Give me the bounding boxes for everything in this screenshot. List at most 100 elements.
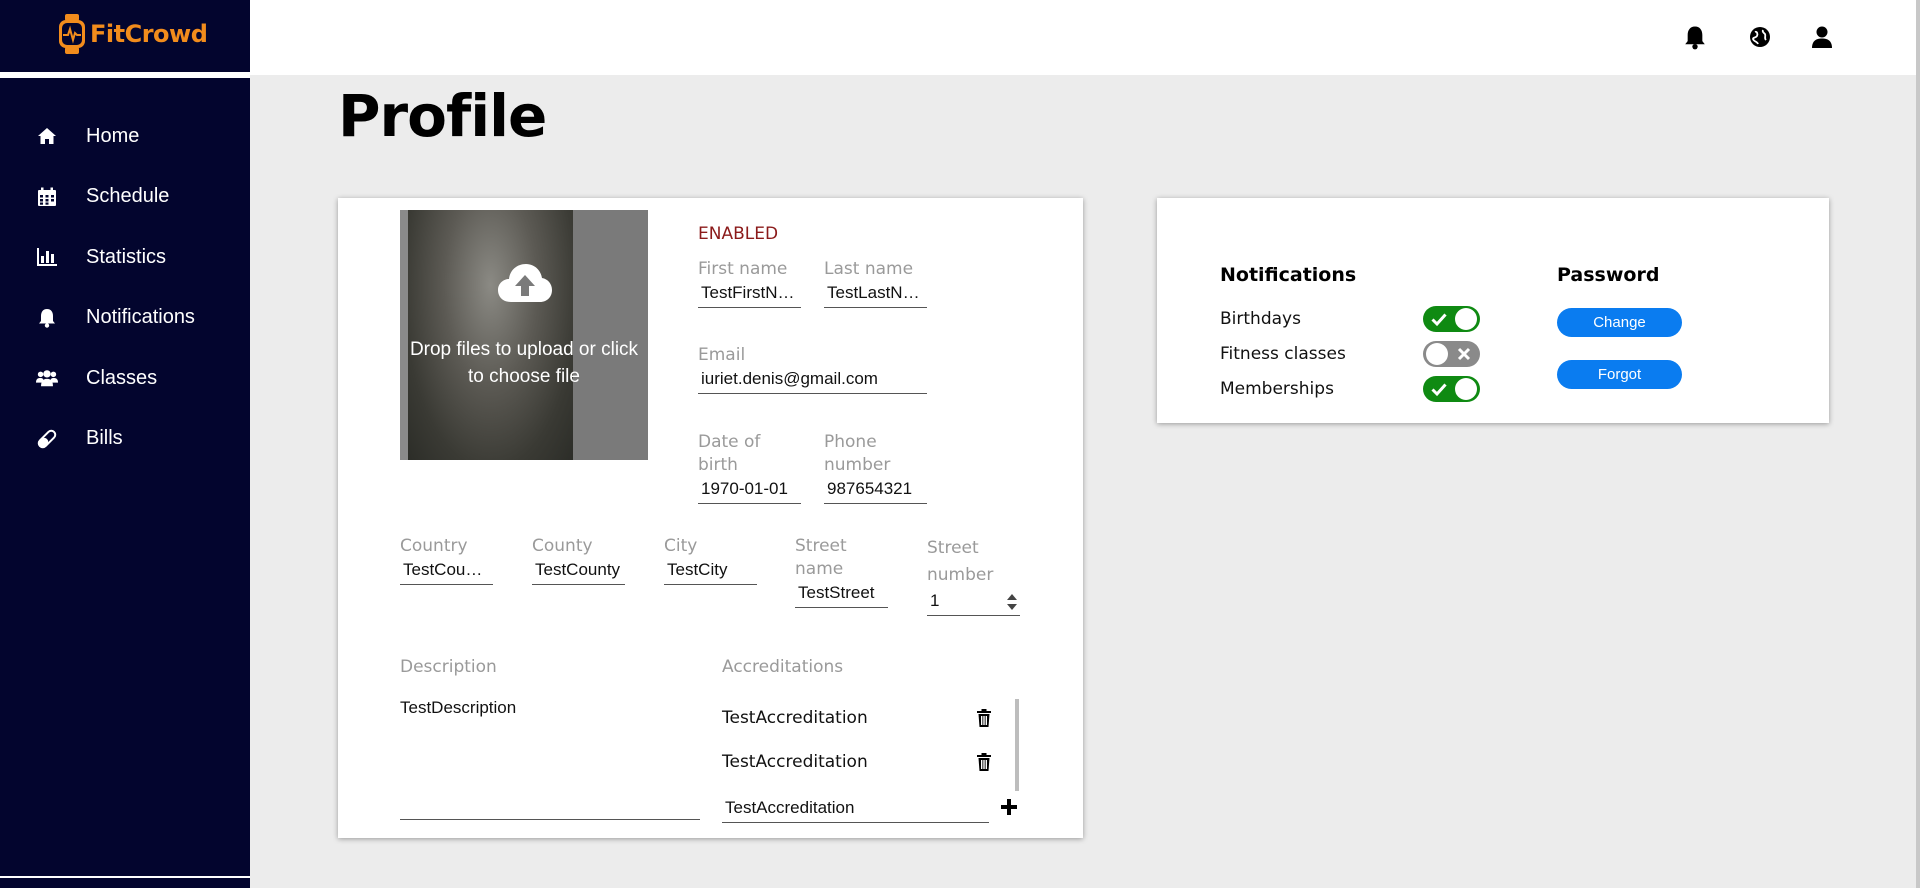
- users-icon: [36, 367, 58, 389]
- notifications-title: Notifications: [1220, 264, 1357, 286]
- notification-label: Fitness classes: [1220, 344, 1346, 364]
- memberships-toggle[interactable]: [1423, 376, 1480, 402]
- field-label: City: [664, 536, 698, 556]
- toggle-knob: [1426, 343, 1448, 365]
- sidebar-item-label: Classes: [86, 366, 158, 389]
- photo-upload-dropzone[interactable]: Drop files to upload or click to choose …: [400, 210, 648, 460]
- check-icon: [1431, 313, 1447, 327]
- dob-input[interactable]: 1970-01-01: [698, 477, 801, 504]
- field-label: Phone number: [824, 432, 891, 475]
- sidebar-item-statistics[interactable]: Statistics: [0, 227, 250, 288]
- logo-divider: [0, 72, 250, 78]
- field-label: Date of birth: [698, 432, 761, 475]
- app-name: FitCrowd: [90, 20, 208, 48]
- email-field: Email iuriet.denis@gmail.com: [698, 344, 927, 394]
- home-icon: [36, 125, 58, 147]
- sidebar-item-label: Notifications: [86, 306, 195, 329]
- list-item: TestAccreditation: [722, 747, 992, 777]
- country-input[interactable]: TestCountry: [400, 558, 493, 585]
- county-field: County TestCounty: [532, 535, 625, 585]
- number-spinner-icon[interactable]: [1006, 593, 1018, 611]
- country-field: Country TestCountry: [400, 535, 493, 585]
- first-name-input[interactable]: TestFirstName: [698, 281, 801, 308]
- list-item: TestAccreditation: [722, 703, 992, 733]
- profile-card: Drop files to upload or click to choose …: [338, 198, 1083, 838]
- phone-input[interactable]: 987654321: [824, 477, 927, 504]
- sidebar-item-label: Schedule: [86, 185, 170, 208]
- bell-icon: [36, 307, 58, 329]
- page-title: Profile: [338, 82, 547, 150]
- page-scrollbar[interactable]: [1916, 0, 1920, 888]
- first-name-field: First name TestFirstName: [698, 258, 801, 308]
- fitness-classes-toggle[interactable]: [1423, 341, 1480, 367]
- upload-edge: [400, 210, 408, 460]
- change-password-button[interactable]: Change: [1557, 308, 1682, 337]
- sidebar-item-bills[interactable]: Bills: [0, 409, 250, 470]
- trash-icon[interactable]: [976, 753, 992, 771]
- trash-icon[interactable]: [976, 709, 992, 727]
- phone-field: Phone number 987654321: [824, 431, 927, 504]
- description-label: Description: [400, 657, 497, 677]
- plus-icon[interactable]: [1000, 798, 1018, 816]
- globe-icon[interactable]: [1745, 22, 1775, 52]
- accreditations-label: Accreditations: [722, 657, 844, 677]
- field-label: Street name: [795, 536, 847, 579]
- watch-logo-icon: [59, 14, 85, 54]
- bell-icon[interactable]: [1680, 22, 1710, 52]
- calendar-icon: [36, 186, 58, 208]
- top-header: [250, 0, 1916, 75]
- field-label: Last name: [824, 259, 914, 279]
- city-input[interactable]: TestCity: [664, 558, 757, 585]
- status-badge: ENABLED: [698, 224, 779, 244]
- sidebar-item-label: Statistics: [86, 245, 167, 268]
- accreditations-scrollbar[interactable]: [1015, 699, 1019, 791]
- notification-label: Birthdays: [1220, 309, 1301, 329]
- x-icon: [1457, 347, 1471, 361]
- field-label: Email: [698, 345, 746, 365]
- description-underline: [400, 819, 700, 820]
- county-input[interactable]: TestCounty: [532, 558, 625, 585]
- new-accreditation-input[interactable]: TestAccreditation: [722, 796, 989, 823]
- forgot-password-button[interactable]: Forgot: [1557, 360, 1682, 389]
- toggle-knob: [1455, 308, 1477, 330]
- app-logo[interactable]: FitCrowd: [58, 14, 208, 54]
- sidebar-item-classes[interactable]: Classes: [0, 348, 250, 409]
- notification-row-fitness-classes: Fitness classes: [1220, 339, 1480, 369]
- sidebar-footer: [0, 876, 250, 888]
- notification-row-birthdays: Birthdays: [1220, 304, 1480, 334]
- sidebar-item-schedule[interactable]: Schedule: [0, 167, 250, 228]
- field-label: Country: [400, 536, 468, 556]
- settings-card: Notifications Birthdays Fitness classes …: [1157, 198, 1829, 423]
- accreditation-text: TestAccreditation: [722, 752, 868, 772]
- last-name-field: Last name TestLastName: [824, 258, 927, 308]
- bar-chart-icon: [36, 246, 58, 268]
- accreditation-text: TestAccreditation: [722, 708, 868, 728]
- email-input[interactable]: iuriet.denis@gmail.com: [698, 367, 927, 394]
- sidebar: FitCrowd Home Schedule Statistics Notifi…: [0, 0, 250, 888]
- check-icon: [1431, 383, 1447, 397]
- field-label: County: [532, 536, 593, 556]
- street-number-field: Street number 1: [927, 535, 1020, 616]
- password-title: Password: [1557, 264, 1660, 286]
- sidebar-item-notifications[interactable]: Notifications: [0, 288, 250, 349]
- last-name-input[interactable]: TestLastName: [824, 281, 927, 308]
- sidebar-item-home[interactable]: Home: [0, 106, 250, 167]
- sidebar-item-label: Home: [86, 124, 140, 147]
- description-textarea[interactable]: TestDescription: [400, 698, 516, 718]
- field-label: Street number: [927, 538, 994, 585]
- upload-instructions: Drop files to upload or click to choose …: [409, 339, 639, 387]
- street-name-field: Street name TestStreet: [795, 535, 888, 608]
- profile-photo: [408, 210, 573, 460]
- toggle-knob: [1455, 378, 1477, 400]
- notification-row-memberships: Memberships: [1220, 374, 1480, 404]
- pills-icon: [36, 428, 58, 450]
- sidebar-item-label: Bills: [86, 427, 123, 450]
- cloud-upload-icon: [498, 264, 552, 302]
- street-number-wrapper: 1: [927, 589, 1020, 616]
- birthdays-toggle[interactable]: [1423, 306, 1480, 332]
- city-field: City TestCity: [664, 535, 757, 585]
- sidebar-nav: Home Schedule Statistics Notifications C…: [0, 106, 250, 469]
- notification-label: Memberships: [1220, 379, 1334, 399]
- street-name-input[interactable]: TestStreet: [795, 581, 888, 608]
- user-icon[interactable]: [1807, 22, 1837, 52]
